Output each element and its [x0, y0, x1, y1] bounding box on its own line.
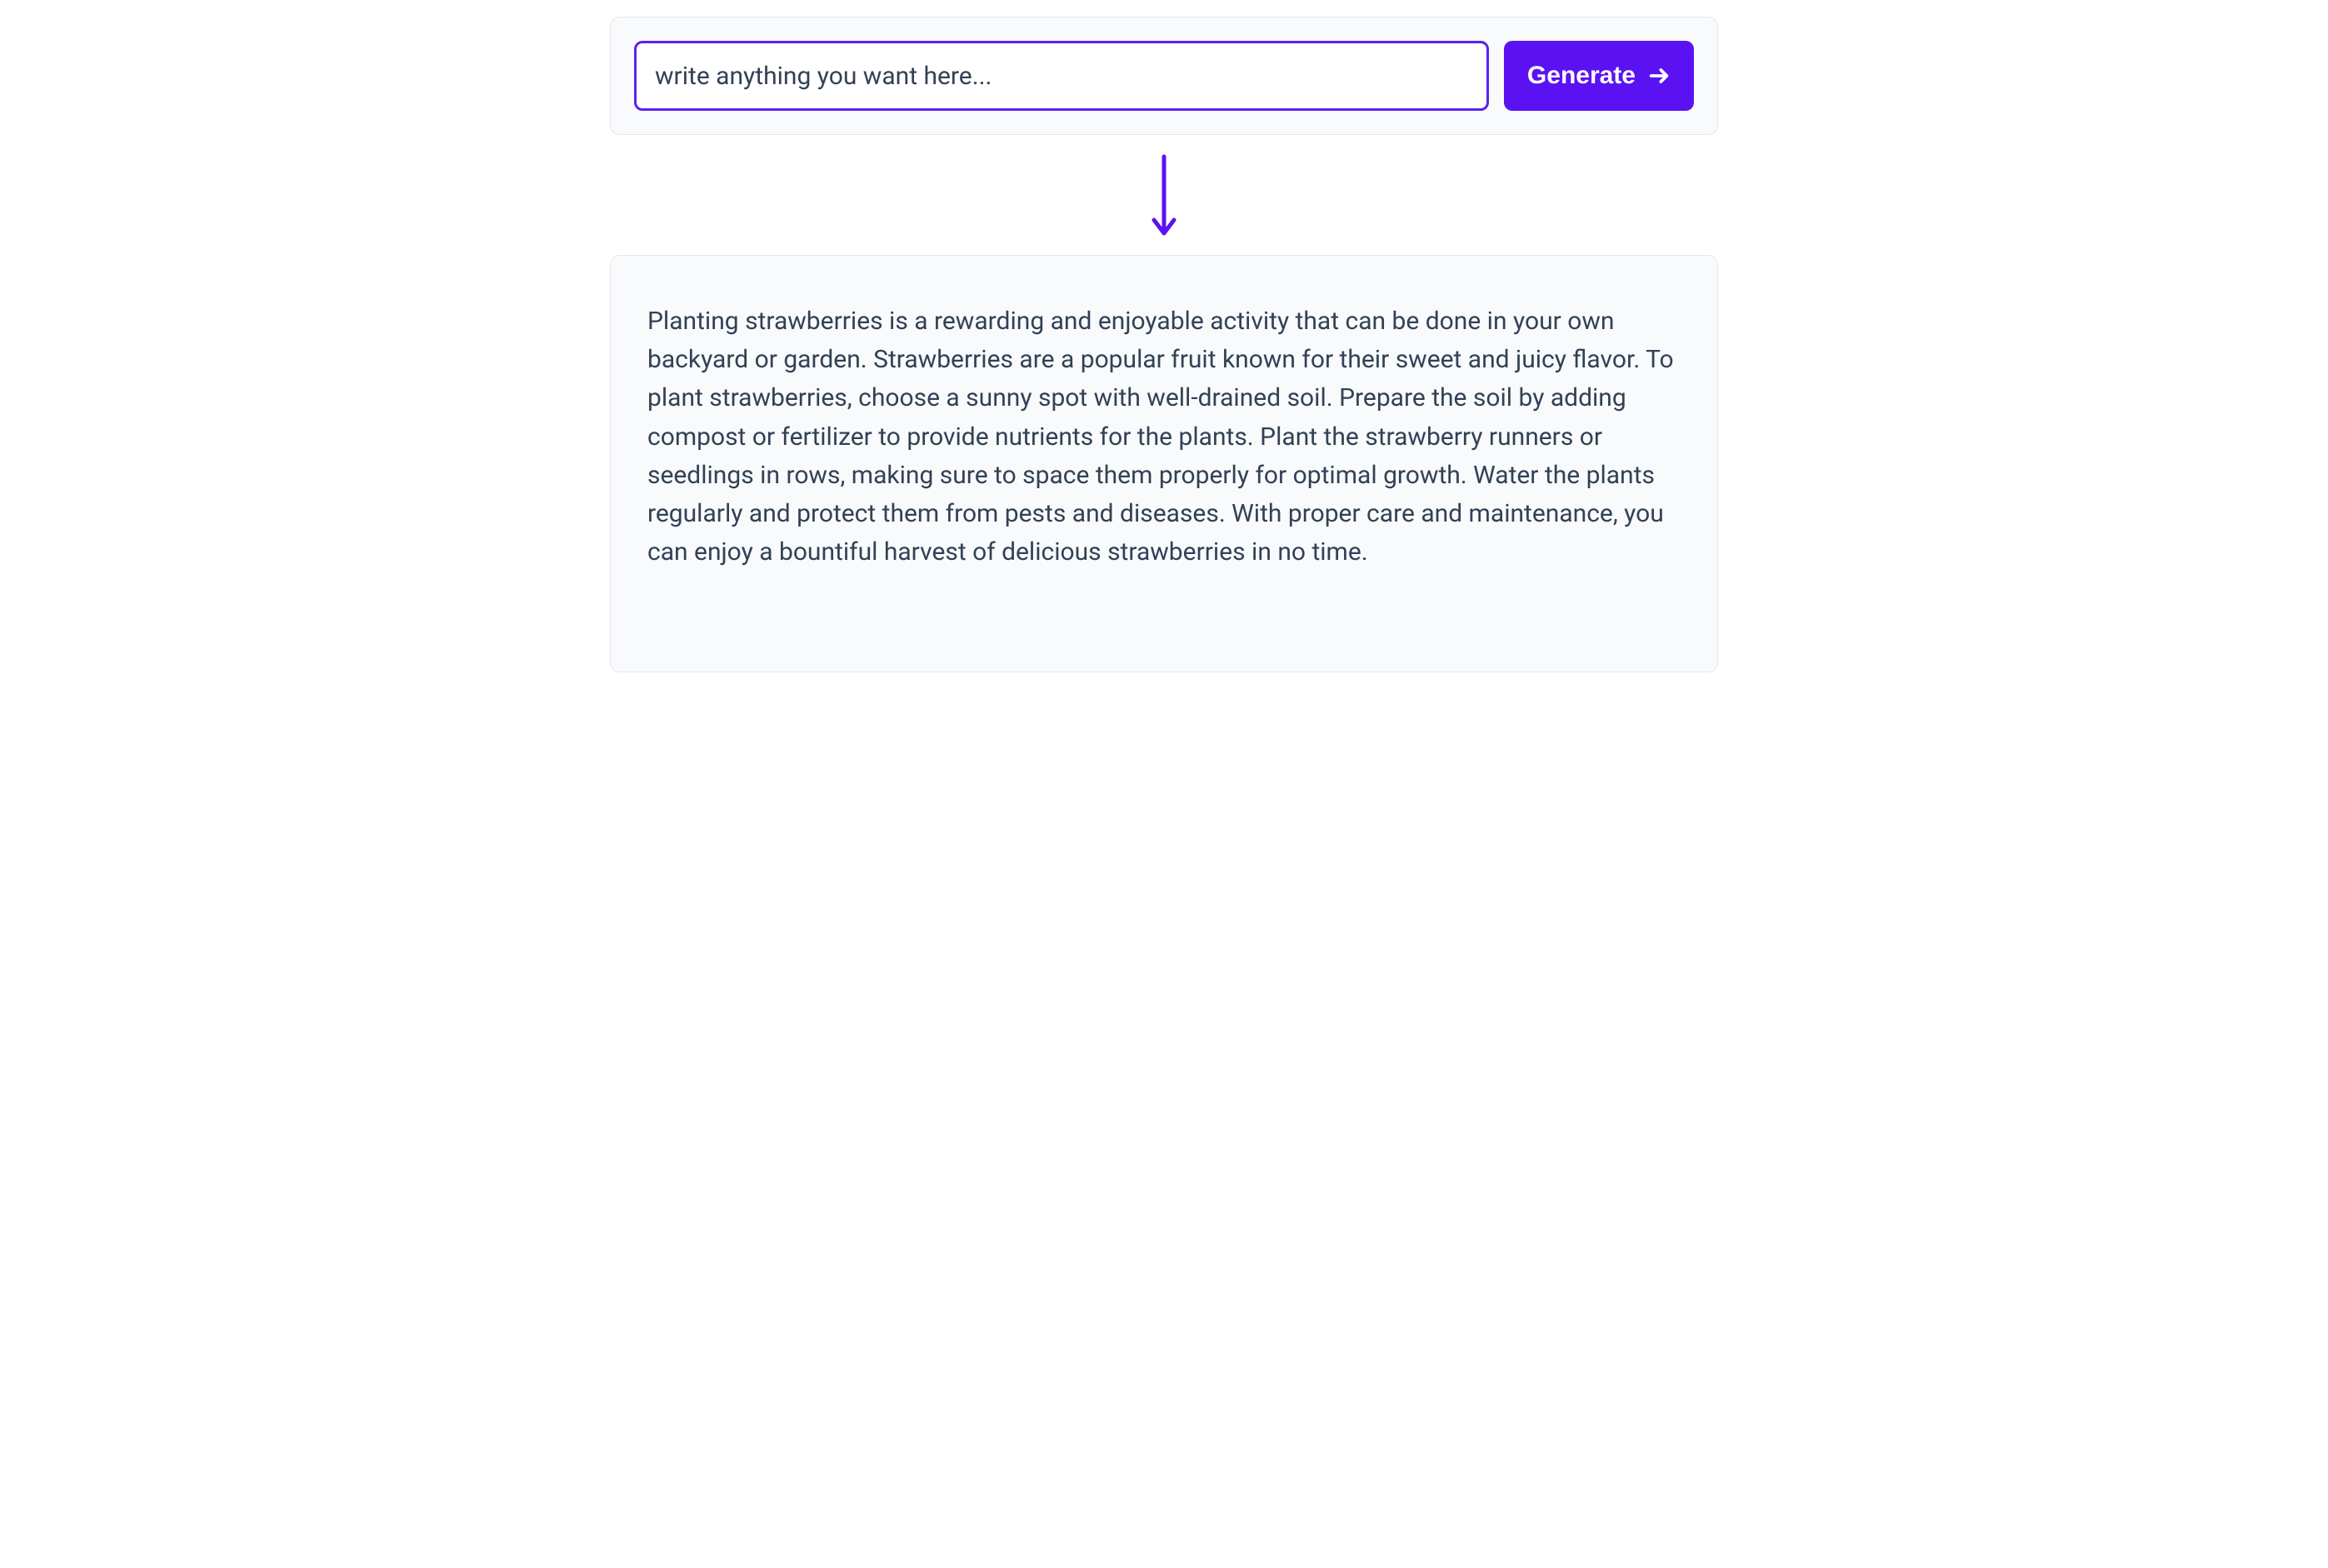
generate-button[interactable]: Generate	[1504, 41, 1694, 111]
prompt-card: Generate	[610, 17, 1718, 135]
arrow-down-icon	[1144, 152, 1184, 243]
arrow-right-icon	[1647, 64, 1671, 87]
output-text: Planting strawberries is a rewarding and…	[647, 302, 1681, 572]
prompt-input[interactable]	[634, 41, 1489, 111]
generate-button-label: Generate	[1527, 62, 1636, 90]
flow-arrow	[610, 135, 1718, 255]
prompt-row: Generate	[634, 41, 1694, 111]
output-card: Planting strawberries is a rewarding and…	[610, 255, 1718, 672]
